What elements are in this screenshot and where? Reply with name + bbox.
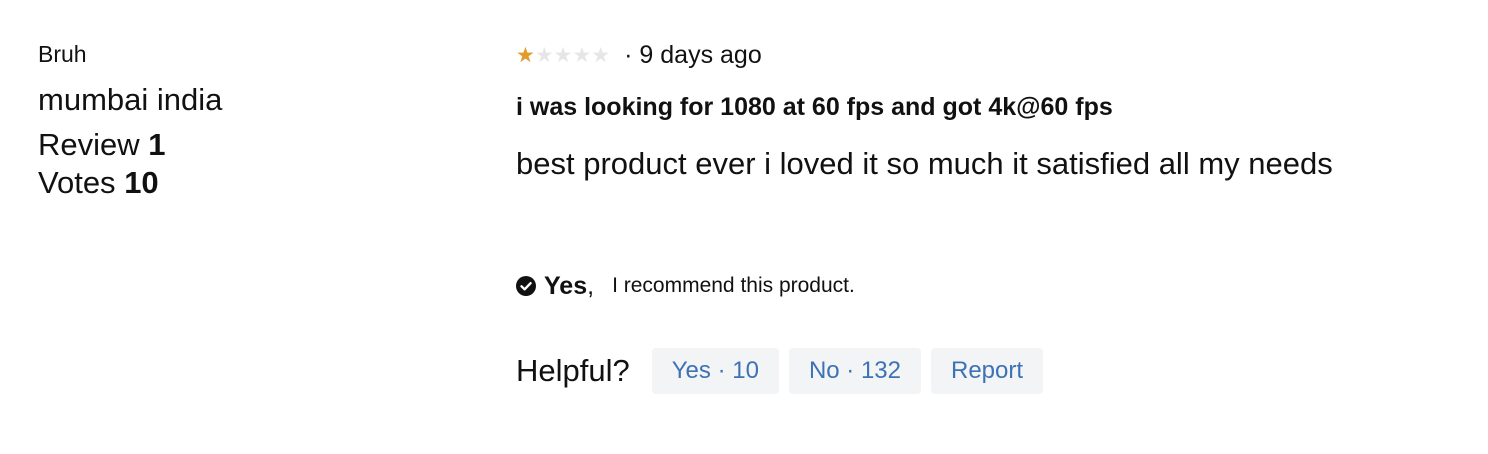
author-info: Bruh mumbai india Review 1 Votes 10 [38,38,458,202]
review-count-row: Review 1 [38,126,458,164]
review-date: · 9 days ago [624,40,762,69]
recommendation: Yes , I recommend this product. [516,270,855,302]
review-count-value: 1 [148,127,166,162]
author-location: mumbai india [38,82,223,117]
star-rating: ★★★★★ ★★★★★ [516,45,610,66]
votes-count-row: Votes 10 [38,164,458,202]
report-button[interactable]: Report [931,348,1044,394]
votes-count-value: 10 [124,165,159,200]
helpful-actions: Helpful? Yes · 10 No · 132 Report [516,348,1053,394]
helpful-label: Helpful? [516,353,630,388]
check-circle-icon [516,276,536,296]
review-content: ★★★★★ ★★★★★ · 9 days ago i was looking f… [516,38,1456,394]
author-stats: Review 1 Votes 10 [38,126,458,202]
author-name: Bruh [38,41,87,67]
recommend-comma: , [587,271,595,300]
votes-count-label: Votes [38,165,116,200]
helpful-no-button[interactable]: No · 132 [788,348,921,394]
star-rating-filled: ★★★★★ [516,44,535,66]
review-card: Bruh mumbai india Review 1 Votes 10 ★★★★… [0,0,1488,454]
review-count-label: Review [38,127,140,162]
recommend-yes: Yes [544,271,588,300]
helpful-yes-button[interactable]: Yes · 10 [651,348,779,394]
review-title: i was looking for 1080 at 60 fps and got… [516,93,1113,121]
recommend-text: I recommend this product. [612,274,855,297]
review-meta: ★★★★★ ★★★★★ · 9 days ago [516,38,1456,72]
review-body: best product ever i loved it so much it … [516,146,1333,181]
